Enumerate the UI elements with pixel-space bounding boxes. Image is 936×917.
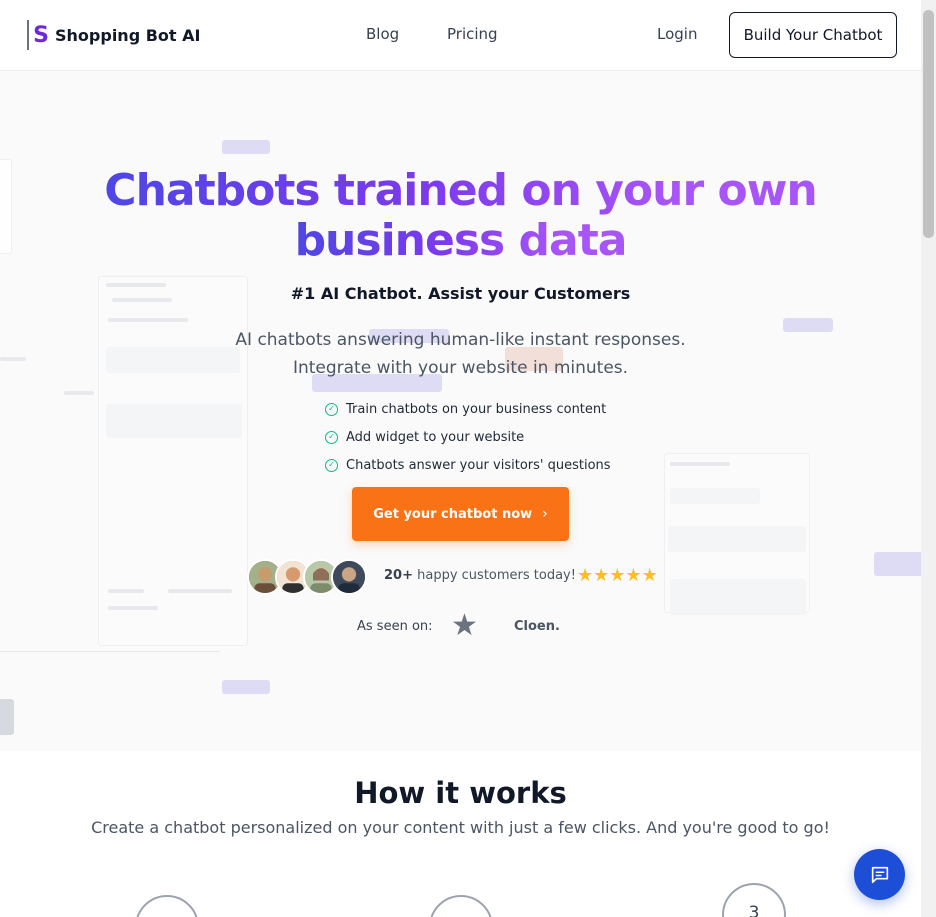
step-circle (135, 895, 199, 917)
star-icon: ★ (625, 565, 642, 586)
step-circle (429, 895, 493, 917)
check-circle-icon: ✓ (325, 430, 338, 444)
star-icon: ★ (609, 565, 626, 586)
press-logo-cloen: Cloen. (514, 619, 560, 634)
nav-pricing-link[interactable]: Pricing (447, 25, 498, 43)
nav-blog-link[interactable]: Blog (366, 25, 399, 43)
chat-widget-button[interactable] (854, 849, 905, 900)
check-circle-icon: ✓ (325, 402, 338, 416)
nav-login-link[interactable]: Login (657, 25, 697, 43)
chat-icon (871, 866, 888, 883)
avatar (331, 559, 367, 595)
star-icon: ★ (577, 565, 594, 586)
how-it-works-description: Create a chatbot personalized on your co… (91, 818, 830, 837)
seen-on-label: As seen on: (357, 619, 433, 634)
brand-name: Shopping Bot AI (55, 25, 201, 45)
get-chatbot-button[interactable]: Get your chatbot now › (352, 487, 569, 541)
star-icon: ★ (593, 565, 610, 586)
feature-item: ✓ Train chatbots on your business conten… (325, 395, 611, 423)
check-circle-icon: ✓ (325, 458, 338, 472)
build-chatbot-button[interactable]: Build Your Chatbot (729, 12, 897, 58)
scrollbar-thumb[interactable] (923, 10, 934, 238)
chevron-right-icon: › (542, 506, 548, 522)
feature-item: ✓ Chatbots answer your visitors' questio… (325, 451, 611, 479)
how-it-works-title: How it works (354, 776, 567, 810)
hero-description: AI chatbots answering human-like instant… (235, 330, 686, 378)
feature-item: ✓ Add widget to your website (325, 423, 611, 451)
customer-avatars (247, 559, 367, 595)
brand-logo[interactable]: S Shopping Bot AI (27, 20, 200, 50)
hero-title: Chatbots trained on your own business da… (104, 165, 817, 266)
step-circle: 3 (722, 883, 786, 917)
logo-icon: S (27, 20, 49, 50)
star-logo-icon: ★ (451, 608, 478, 643)
hero-subtitle: #1 AI Chatbot. Assist your Customers (290, 284, 631, 303)
top-navbar: S Shopping Bot AI Blog Pricing Login Bui… (0, 0, 921, 71)
customers-count: 20+ happy customers today! (384, 568, 576, 583)
star-icon: ★ (641, 565, 658, 586)
scrollbar[interactable] (921, 0, 936, 917)
feature-list: ✓ Train chatbots on your business conten… (325, 395, 611, 479)
rating-stars: ★★★★★ (577, 565, 658, 586)
